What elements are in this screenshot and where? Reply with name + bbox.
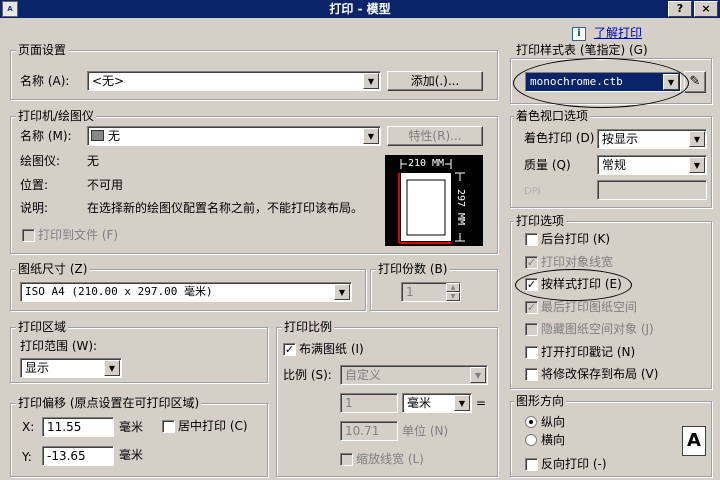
plot-offset-title: 打印偏移 (原点设置在可打印区域) — [16, 396, 202, 410]
offset-y-unit: 毫米 — [119, 448, 144, 462]
plot-option-label: 隐藏图纸空间对象 (J) — [541, 322, 654, 336]
close-button[interactable]: × — [694, 1, 718, 17]
plot-option-checkbox[interactable]: ✓ — [525, 256, 538, 269]
fit-to-paper-label: 布满图纸 (I) — [299, 342, 364, 356]
plot-option-checkbox[interactable] — [525, 368, 538, 381]
scale-label: 比例 (S): — [283, 368, 332, 382]
plot-style-table-title: 打印样式表 (笔指定) (G) — [514, 43, 650, 57]
preview-height-label: 297 MM — [455, 188, 466, 226]
center-plot-label: 居中打印 (C) — [178, 419, 248, 433]
plot-area-title: 打印区域 — [16, 320, 69, 334]
chevron-down-icon[interactable]: ▼ — [363, 128, 379, 144]
highlight-ellipse-style-table — [513, 58, 689, 108]
plotter-name-select[interactable]: 无 — [87, 126, 381, 146]
page-setup-name-select[interactable]: <无> — [87, 71, 381, 91]
location-label: 位置: — [20, 178, 49, 192]
center-plot-checkbox[interactable] — [162, 420, 175, 433]
dpi-label: DPI — [524, 186, 541, 197]
chevron-down-icon[interactable]: ▼ — [470, 367, 486, 383]
plotter-label: 绘图仪: — [20, 154, 61, 168]
fit-to-paper-checkbox[interactable]: ✓ — [283, 343, 296, 356]
plot-range-label: 打印范围 (W): — [20, 339, 98, 353]
shade-plot-label: 着色打印 (D) — [524, 131, 595, 145]
dpi-input[interactable] — [597, 180, 707, 200]
plotter-title: 打印机/绘图仪 — [16, 109, 97, 123]
plot-option-label: 打开打印戳记 (N) — [541, 345, 636, 359]
plot-option-checkbox[interactable] — [525, 233, 538, 246]
chevron-down-icon[interactable]: ▼ — [104, 360, 120, 376]
scale-select[interactable]: 自定义 — [340, 365, 488, 385]
copies-up-icon[interactable]: ▲ — [446, 283, 460, 292]
print-to-file-checkbox[interactable] — [22, 229, 35, 242]
print-to-file-label: 打印到文件 (F) — [38, 228, 119, 242]
plotter-properties-button[interactable]: 特性(R)... — [387, 126, 483, 146]
chevron-down-icon[interactable]: ▼ — [334, 284, 350, 300]
preview-width-label: 210 MM — [407, 158, 445, 169]
plotter-name-label: 名称 (M): — [20, 129, 72, 143]
page-setup-title: 页面设置 — [16, 43, 69, 57]
help-button[interactable]: ? — [668, 1, 692, 17]
landscape-radio[interactable] — [525, 434, 537, 446]
plotter-value: 无 — [87, 154, 100, 168]
chevron-down-icon[interactable]: ▼ — [363, 73, 379, 89]
copies-title: 打印份数 (B) — [376, 262, 450, 276]
copies-down-icon[interactable]: ▼ — [446, 292, 460, 301]
scale-units-label: 单位 (N) — [402, 424, 449, 438]
paper-preview: 210 MM 297 MM — [385, 155, 483, 246]
landscape-label: 横向 — [541, 433, 566, 447]
description-value: 在选择新的绘图仪配置名称之前，不能打印该布局。 — [87, 201, 364, 215]
add-page-setup-button[interactable]: 添加(.)... — [387, 71, 483, 91]
quality-label: 质量 (Q) — [524, 158, 571, 172]
scale-units-input[interactable]: 10.71 — [340, 421, 398, 441]
chevron-down-icon[interactable]: ▼ — [689, 131, 705, 147]
offset-y-input[interactable]: -13.65 — [42, 446, 114, 466]
orientation-title: 图形方向 — [514, 394, 567, 408]
shaded-viewport-title: 着色视口选项 — [514, 109, 591, 123]
plot-option-checkbox[interactable] — [525, 323, 538, 336]
location-value: 不可用 — [87, 178, 124, 192]
chevron-down-icon[interactable]: ▼ — [454, 395, 470, 411]
offset-x-unit: 毫米 — [119, 420, 144, 434]
portrait-page-icon: A — [682, 426, 706, 456]
description-label: 说明: — [20, 201, 49, 215]
learn-printing-link[interactable]: 了解打印 — [594, 25, 642, 41]
plot-option-checkbox[interactable] — [525, 346, 538, 359]
plot-option-checkbox[interactable]: ✓ — [525, 301, 538, 314]
equals-sign: = — [476, 396, 487, 410]
plot-scale-title: 打印比例 — [282, 320, 335, 334]
reverse-plot-checkbox[interactable] — [525, 458, 538, 471]
portrait-radio[interactable] — [525, 416, 537, 428]
plot-options-title: 打印选项 — [514, 214, 567, 228]
plot-option-label: 打印对象线宽 — [541, 255, 614, 269]
portrait-label: 纵向 — [541, 415, 566, 429]
offset-x-label: X: — [22, 420, 35, 434]
window-title: 打印 - 模型 — [329, 2, 391, 16]
offset-y-label: Y: — [22, 450, 32, 464]
paper-size-title: 图纸尺寸 (Z) — [16, 262, 90, 276]
scale-value-input[interactable]: 1 — [340, 393, 398, 413]
scale-lineweights-label: 缩放线宽 (L) — [356, 452, 424, 466]
reverse-plot-label: 反向打印 (-) — [541, 457, 607, 471]
plot-option-label: 最后打印图纸空间 — [541, 300, 638, 314]
highlight-ellipse-plot-with-styles — [515, 269, 632, 301]
plot-option-label: 将修改保存到布局 (V) — [541, 367, 659, 381]
scale-lineweights-checkbox[interactable] — [340, 453, 353, 466]
printer-icon — [91, 130, 104, 141]
info-icon: i — [572, 27, 586, 41]
paper-size-select[interactable]: ISO A4 (210.00 x 297.00 毫米) — [20, 282, 352, 302]
page-setup-name-label: 名称 (A): — [20, 74, 70, 88]
offset-x-input[interactable]: 11.55 — [42, 417, 114, 437]
plot-option-label: 后台打印 (K) — [541, 232, 611, 246]
chevron-down-icon[interactable]: ▼ — [689, 157, 705, 173]
